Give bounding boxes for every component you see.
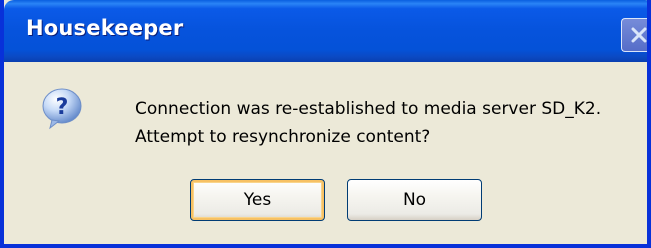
no-button[interactable]: No — [347, 179, 482, 221]
close-icon — [631, 27, 647, 43]
svg-text:?: ? — [56, 95, 69, 120]
yes-button[interactable]: Yes — [190, 179, 325, 221]
window-title: Housekeeper — [26, 16, 184, 40]
question-icon: ? — [42, 88, 82, 130]
message-line-1: Connection was re-established to media s… — [135, 99, 602, 119]
message-line-2: Attempt to resynchronize content? — [135, 127, 431, 147]
dialog-message: Connection was re-established to media s… — [135, 95, 601, 151]
close-button[interactable] — [621, 18, 647, 52]
title-bar[interactable]: Housekeeper — [4, 0, 647, 62]
dialog-body: ? Connection was re-established to media… — [4, 62, 647, 244]
message-dialog: Housekeeper ? Connection was re-establis… — [0, 0, 651, 248]
